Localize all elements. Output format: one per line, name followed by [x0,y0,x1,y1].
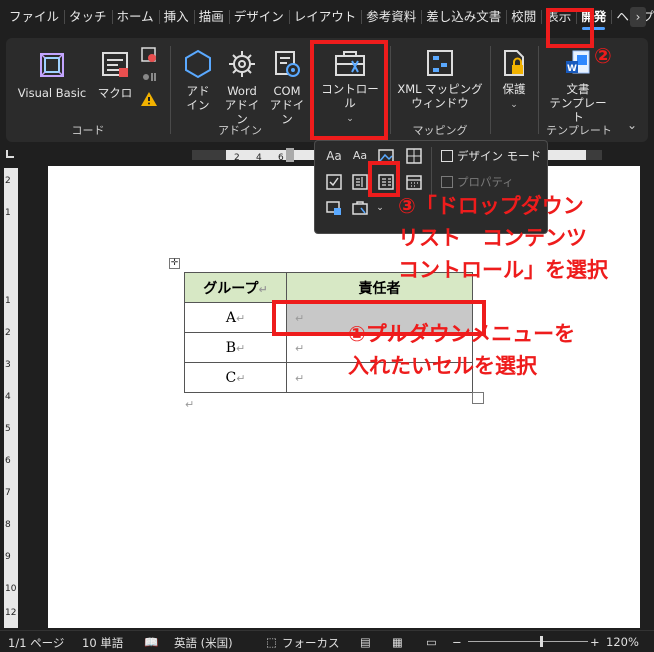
table-cell[interactable]: B↵ [184,332,287,363]
read-mode-icon[interactable]: ▤ [360,635,371,649]
com-addin-gear-icon [275,51,300,77]
macro-security-warning-icon[interactable] [140,90,158,108]
svg-text:W: W [567,64,577,74]
tab-design[interactable]: デザイン [228,0,289,34]
protect-button[interactable]: 保護 ⌄ [494,48,534,112]
annotation-step-3: ③「ドロップダウン リスト コンテンツ コントロール」を選択 [398,194,608,282]
repeating-section-content-control-icon[interactable] [325,199,343,217]
tab-file[interactable]: ファイル [4,0,64,34]
paragraph-mark: ↵ [185,398,195,411]
tab-review[interactable]: 校閲 [506,0,541,34]
rich-text-content-control-icon[interactable]: Aa [325,147,343,165]
page-count[interactable]: 1/1 ページ [8,635,64,651]
focus-mode-button[interactable]: フォーカス [282,635,340,651]
web-layout-icon[interactable]: ▭ [426,635,437,649]
ribbon-separator [490,46,491,134]
chevron-down-icon: ⌄ [626,118,638,132]
tab-references[interactable]: 参考資料 [361,0,421,34]
indent-marker[interactable] [286,148,294,162]
group-protect: 保護 ⌄ [492,38,536,142]
xml-mapping-pane-button[interactable]: XML マッピング ウィンドウ [396,48,484,110]
zoom-slider[interactable] [468,641,588,642]
visual-basic-icon [40,53,64,77]
macro-icon [102,52,128,77]
properties-icon [441,176,453,188]
tab-touch[interactable]: タッチ [64,0,112,34]
plain-text-content-control-icon[interactable]: Aa [351,147,369,165]
macro-button[interactable]: マクロ [94,48,136,100]
combo-box-content-control-icon[interactable] [351,173,369,191]
highlight-controls-button [310,40,388,140]
checkbox-content-control-icon[interactable] [325,173,343,191]
group-code: Visual Basic マクロ コード [6,38,170,142]
group-label-addin: アドイン [218,124,262,137]
group-addin: アド イン Word アドイン COM アドイン アドイン [172,38,308,142]
legacy-tools-icon[interactable] [351,199,369,217]
xml-mapping-icon [427,50,453,76]
addin-hexagon-icon [185,49,211,79]
proofing-icon[interactable]: 📖 [144,635,158,649]
vertical-ruler[interactable]: 2 1 1 2 3 4 5 6 7 8 9 10 12 [4,168,18,628]
design-mode-button[interactable]: デザイン モード [441,148,541,164]
group-label-template: テンプレート [546,124,612,137]
status-bar: 1/1 ページ 10 単語 📖 英語 (米国) ⬚ フォーカス ▤ ▦ ▭ − … [0,630,654,652]
highlight-developer-tab [546,8,594,48]
tab-insert[interactable]: 挿入 [158,0,194,34]
tab-home[interactable]: ホーム [111,0,159,34]
table-move-handle[interactable]: ✛ [169,258,180,269]
focus-icon[interactable]: ⬚ [266,635,277,649]
tab-scroll-right-button[interactable]: › [630,7,646,27]
table-cell[interactable]: C↵ [184,362,287,393]
zoom-slider-thumb[interactable] [540,636,543,647]
design-mode-icon [441,150,453,162]
record-macro-icon[interactable] [140,46,158,64]
table-resize-handle[interactable] [472,392,484,404]
collapse-ribbon-button[interactable]: ⌄ [622,118,642,132]
annotation-step-2: ② [594,44,612,68]
lock-document-icon [504,50,524,76]
group-mapping: XML マッピング ウィンドウ マッピング [392,38,488,142]
table-header-cell[interactable]: グループ↵ [184,272,287,303]
addin-button[interactable]: アド イン [178,48,218,112]
ribbon-separator [170,46,171,134]
chevron-down-icon[interactable]: ⌄ [371,199,389,217]
pause-recording-icon[interactable] [140,68,158,86]
gear-icon [229,51,255,77]
com-addin-button[interactable]: COM アドイン [266,48,308,126]
zoom-level[interactable]: 120% [606,635,639,649]
word-addin-button[interactable]: Word アドイン [220,48,264,126]
annotation-step-1: ①プルダウンメニューを 入れたいセルを選択 [348,322,576,378]
macro-side-icons [140,46,160,108]
zoom-in-button[interactable]: + [590,635,600,649]
print-layout-icon[interactable]: ▦ [392,635,403,649]
group-label-code: コード [71,124,105,137]
building-block-gallery-control-icon[interactable] [405,147,423,165]
tab-selector-icon[interactable] [6,150,14,158]
chevron-down-icon: ⌄ [510,100,518,110]
visual-basic-button[interactable]: Visual Basic [14,48,90,100]
group-label-mapping: マッピング [412,124,468,137]
ribbon-separator [538,46,539,134]
tab-mailings[interactable]: 差し込み文書 [421,0,506,34]
word-template-icon: W [566,50,590,74]
zoom-out-button[interactable]: − [452,635,462,649]
highlight-dropdown-list-control [368,161,400,197]
language-indicator[interactable]: 英語 (米国) [174,635,233,651]
word-count[interactable]: 10 単語 [82,635,123,651]
ribbon-separator [390,46,391,134]
date-picker-content-control-icon[interactable] [405,173,423,191]
tab-draw[interactable]: 描画 [193,0,229,34]
properties-button[interactable]: プロパティ [441,174,514,190]
tab-layout[interactable]: レイアウト [288,0,362,34]
